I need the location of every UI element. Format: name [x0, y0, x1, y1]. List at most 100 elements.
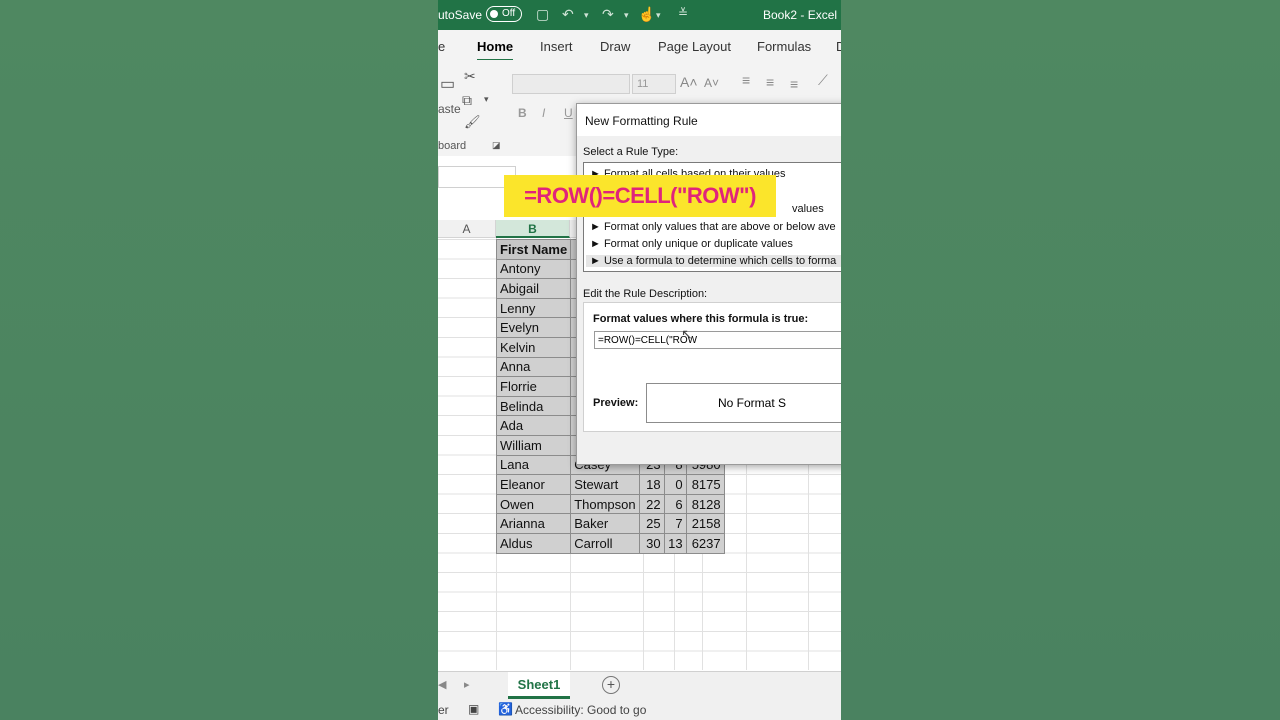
font-size-box[interactable]: 11 — [632, 74, 676, 94]
table-row: Owen Thompson 22 6 8128 — [495, 493, 725, 515]
rule-type-item-selected[interactable]: ► Use a formula to determine which cells… — [586, 255, 841, 267]
column-header-a[interactable]: A — [438, 220, 496, 238]
format-preview: No Format S — [646, 383, 841, 423]
decrease-font-icon[interactable]: A˅ — [704, 76, 719, 90]
dialog-title: New Formatting Rule — [585, 114, 698, 128]
table-cell[interactable]: Owen — [495, 493, 572, 515]
table-cell[interactable]: Anna — [495, 356, 572, 378]
table-cell[interactable]: Eleanor — [495, 474, 572, 495]
accessibility-status[interactable]: Accessibility: Good to go — [515, 703, 646, 717]
table-cell[interactable]: Lana — [495, 454, 572, 476]
table-cell[interactable]: 30 — [638, 532, 665, 554]
format-values-label: Format values where this formula is true… — [593, 313, 809, 325]
table-cell[interactable]: Ada — [495, 415, 572, 436]
table-cell[interactable]: Kelvin — [495, 336, 572, 358]
touch-mode-icon[interactable]: ☝ — [638, 6, 655, 23]
table-cell[interactable]: 8175 — [685, 474, 725, 495]
tab-insert[interactable]: Insert — [540, 39, 573, 54]
align-middle-icon[interactable]: ≡ — [766, 74, 774, 90]
tab-home[interactable]: Home — [477, 39, 514, 62]
paste-icon[interactable]: ▭ — [440, 74, 455, 94]
redo-dropdown-icon[interactable]: ▾ — [624, 10, 629, 21]
column-header-b[interactable]: B — [496, 220, 570, 238]
table-cell[interactable]: Florrie — [495, 376, 572, 397]
table-cell[interactable]: 0 — [663, 474, 687, 495]
background-right — [841, 0, 1280, 720]
table-cell[interactable]: Abigail — [495, 278, 572, 299]
font-name-box[interactable] — [512, 74, 630, 94]
title-bar: utoSave Off ▢ ↶ ▾ ↷ ▾ ☝ ▾ ≚ Book2 - Exce… — [438, 0, 841, 30]
scroll-left-icon[interactable]: ◀ — [438, 678, 446, 691]
clipboard-launcher-icon[interactable]: ◪ — [492, 140, 501, 151]
table-cell[interactable]: Arianna — [495, 513, 572, 534]
table-cell[interactable]: 6237 — [685, 532, 725, 554]
copy-dropdown-icon[interactable]: ▾ — [484, 94, 489, 105]
table-cell[interactable]: 8128 — [685, 493, 725, 515]
align-top-icon[interactable]: ≡ — [742, 72, 750, 88]
table-row: Eleanor Stewart 18 0 8175 — [495, 474, 725, 495]
table-cell[interactable]: Evelyn — [495, 317, 572, 338]
table-cell[interactable]: 18 — [638, 474, 665, 495]
column-a-label: A — [462, 222, 471, 236]
table-cell[interactable]: Thompson — [570, 493, 640, 515]
document-title: Book2 - Excel — [763, 8, 838, 22]
table-header-cell[interactable]: First Name — [495, 239, 572, 260]
rule-type-item[interactable]: ► Format only values that are above or b… — [590, 221, 836, 233]
rule-type-item[interactable]: ► Format only unique or duplicate values — [590, 238, 793, 250]
customize-toolbar-icon[interactable]: ≚ — [678, 6, 688, 20]
autosave-toggle[interactable]: Off — [486, 6, 522, 22]
table-cell[interactable]: 25 — [638, 513, 665, 534]
table-cell[interactable]: 6 — [663, 493, 687, 515]
sheet-tab-sheet1[interactable]: Sheet1 — [508, 672, 570, 699]
table-cell[interactable]: Carroll — [570, 532, 640, 554]
column-b-label: B — [528, 222, 537, 236]
table-cell[interactable]: Stewart — [570, 474, 640, 495]
table-cell[interactable]: 7 — [663, 513, 687, 534]
cut-icon[interactable]: ✂ — [464, 68, 476, 85]
table-cell[interactable]: Baker — [570, 513, 640, 534]
undo-dropdown-icon[interactable]: ▾ — [584, 10, 589, 21]
ribbon-tabs: e Home Insert Draw Page Layout Formulas … — [438, 30, 841, 62]
font-size-value: 11 — [637, 78, 649, 90]
align-bottom-icon[interactable]: ≡ — [790, 76, 798, 92]
toggle-knob — [490, 10, 498, 18]
table-cell[interactable]: Lenny — [495, 297, 572, 319]
autosave-label: utoSave — [438, 8, 483, 22]
table-cell[interactable]: Belinda — [495, 395, 572, 417]
add-sheet-icon[interactable]: + — [602, 676, 620, 694]
increase-font-icon[interactable]: A˄ — [680, 74, 698, 90]
rule-type-item[interactable]: values — [792, 203, 824, 215]
italic-button[interactable]: I — [542, 106, 545, 120]
preview-label: Preview: — [593, 397, 639, 409]
table-cell[interactable]: William — [495, 434, 572, 456]
copy-icon[interactable]: ⧉ — [462, 92, 472, 109]
format-painter-icon[interactable]: 🖌 — [464, 114, 481, 130]
save-icon[interactable]: ▢ — [536, 6, 549, 23]
formula-input[interactable]: =ROW()=CELL("ROW — [594, 331, 841, 349]
table-cell[interactable]: 2158 — [685, 513, 725, 534]
macro-record-icon[interactable]: ▣ — [468, 702, 479, 716]
clipboard-group-label: board — [438, 140, 467, 152]
tab-draw[interactable]: Draw — [600, 39, 630, 54]
orientation-icon[interactable]: ⟋ — [818, 72, 828, 89]
table-cell[interactable]: Aldus — [495, 532, 572, 554]
table-cell[interactable]: Antony — [495, 258, 572, 280]
tab-page-layout[interactable]: Page Layout — [658, 39, 731, 54]
table-cell[interactable]: 13 — [663, 532, 687, 554]
touch-dropdown-icon[interactable]: ▾ — [656, 10, 661, 21]
tab-file[interactable]: e — [438, 39, 445, 54]
scroll-right-icon[interactable]: ▸ — [464, 678, 470, 691]
bold-button[interactable]: B — [518, 106, 527, 120]
background-left — [0, 0, 438, 720]
tab-data[interactable]: D — [836, 39, 841, 54]
accessibility-icon[interactable]: ♿ — [498, 702, 513, 716]
underline-button[interactable]: U — [564, 106, 573, 120]
undo-icon[interactable]: ↶ — [562, 6, 574, 23]
redo-icon[interactable]: ↷ — [602, 6, 614, 23]
table-row: Aldus Carroll 30 13 6237 — [495, 532, 725, 554]
rule-description-box: Format values where this formula is true… — [583, 302, 841, 432]
table-cell[interactable]: 22 — [638, 493, 665, 515]
toggle-state: Off — [502, 8, 516, 19]
tab-formulas[interactable]: Formulas — [757, 39, 811, 54]
excel-window: utoSave Off ▢ ↶ ▾ ↷ ▾ ☝ ▾ ≚ Book2 - Exce… — [438, 0, 841, 720]
